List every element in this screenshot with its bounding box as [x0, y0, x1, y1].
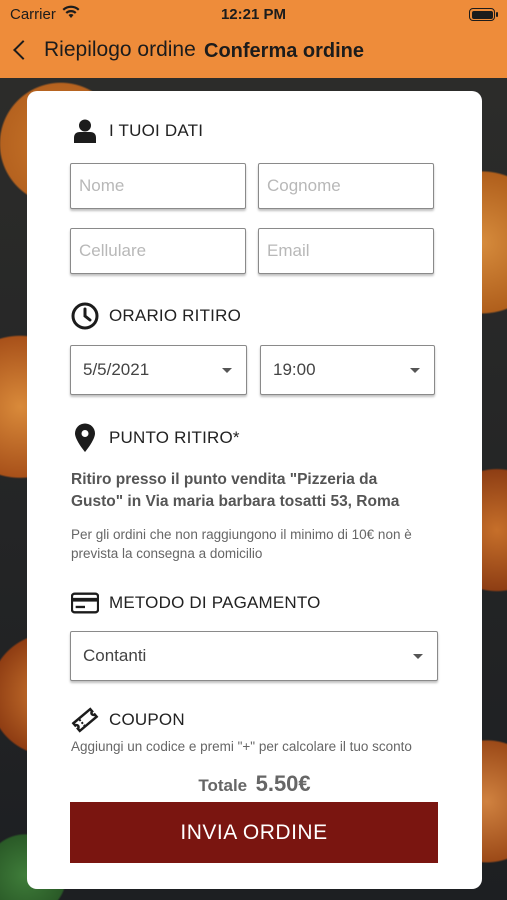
battery-icon	[469, 8, 498, 21]
pickup-point-heading-label: PUNTO RITIRO*	[109, 428, 240, 447]
date-value: 5/5/2021	[83, 360, 150, 379]
submit-order-button[interactable]: INVIA ORDINE	[70, 802, 438, 863]
pickup-point-heading: PUNTO RITIRO*	[71, 423, 240, 452]
date-select[interactable]: 5/5/2021	[70, 345, 247, 395]
page-title: Conferma ordine	[204, 40, 365, 62]
payment-select[interactable]: Contanti	[70, 631, 438, 681]
last-name-input[interactable]	[259, 164, 433, 208]
email-field[interactable]	[258, 228, 434, 274]
navigation-bar: Riepilogo ordine Conferma ordine	[0, 30, 507, 78]
status-bar: Carrier 12:21 PM	[0, 0, 507, 30]
user-icon	[71, 117, 99, 145]
time-select[interactable]: 19:00	[260, 345, 435, 395]
chevron-down-icon	[410, 367, 420, 373]
personal-data-heading: I TUOI DATI	[71, 117, 203, 145]
email-input[interactable]	[259, 229, 433, 273]
submit-order-label: INVIA ORDINE	[180, 820, 328, 844]
credit-card-icon	[71, 589, 99, 617]
last-name-field[interactable]	[258, 163, 434, 209]
order-form-card: I TUOI DATI ORARIO RITIRO 5/5/2021 19:00	[27, 91, 482, 889]
pickup-time-heading-label: ORARIO RITIRO	[109, 306, 241, 325]
back-label: Riepilogo ordine	[44, 38, 196, 61]
time-value: 19:00	[273, 360, 316, 379]
payment-method-heading: METODO DI PAGAMENTO	[71, 589, 321, 617]
first-name-input[interactable]	[71, 164, 245, 208]
phone-input[interactable]	[71, 229, 245, 273]
chevron-left-icon	[13, 40, 33, 60]
pickup-address: Ritiro presso il punto vendita "Pizzeria…	[71, 471, 400, 510]
payment-value: Contanti	[83, 646, 147, 665]
coupon-heading: COUPON	[71, 706, 185, 734]
coupon-note: Aggiungi un codice e premi "+" per calco…	[71, 739, 412, 754]
total-label: Totale	[198, 776, 248, 795]
clock-icon	[71, 302, 99, 330]
first-name-field[interactable]	[70, 163, 246, 209]
clock-time: 12:21 PM	[220, 6, 287, 23]
personal-data-heading-label: I TUOI DATI	[109, 121, 204, 140]
pickup-time-heading: ORARIO RITIRO	[71, 302, 241, 330]
payment-method-heading-label: METODO DI PAGAMENTO	[109, 593, 321, 612]
ticket-icon	[71, 706, 99, 734]
map-pin-icon	[71, 423, 99, 452]
coupon-heading-label: COUPON	[109, 710, 185, 729]
back-button[interactable]: Riepilogo ordine	[12, 38, 196, 62]
chevron-down-icon	[222, 367, 232, 373]
delivery-note: Per gli ordini che non raggiungono il mi…	[71, 527, 412, 561]
phone-field[interactable]	[70, 228, 246, 274]
order-total: Totale 5.50€	[27, 771, 482, 797]
chevron-down-icon	[413, 653, 423, 659]
total-value: 5.50€	[255, 771, 311, 796]
